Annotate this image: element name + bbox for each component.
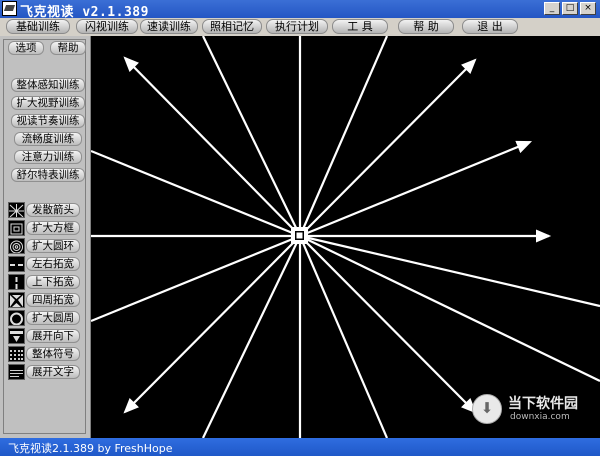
mode-label: 整体符号 — [26, 347, 80, 361]
horizontal-expand-icon — [8, 256, 25, 272]
arrow-line — [123, 235, 301, 414]
mode-holistic-symbols[interactable]: 整体符号 — [8, 346, 82, 362]
arrow-line — [90, 149, 301, 238]
training-fluency[interactable]: 流畅度训练 — [14, 132, 82, 146]
window-controls: _ □ × — [544, 2, 596, 15]
arrow-line — [123, 56, 301, 237]
mode-label: 发散箭头 — [26, 203, 80, 217]
mode-label: 展开文字 — [26, 365, 80, 379]
maximize-button[interactable]: □ — [562, 2, 578, 15]
menu-speed-reading[interactable]: 速读训练 — [140, 19, 198, 34]
menu-photo-memory[interactable]: 照相记忆 — [202, 19, 262, 34]
training-schulte-table[interactable]: 舒尔特表训练 — [11, 168, 85, 182]
text-unfold-icon — [8, 364, 25, 380]
mode-label: 扩大圆环 — [26, 239, 80, 253]
mode-expand-circle[interactable]: 扩大圆周 — [8, 310, 82, 326]
watermark-url: downxia.com — [510, 412, 570, 422]
menu-flash-training[interactable]: 闪视训练 — [76, 19, 138, 34]
menu-execute-plan[interactable]: 执行计划 — [266, 19, 328, 34]
sidebar: 选项 帮助 整体感知训练 扩大视野训练 视读节奏训练 流畅度训练 注意力训练 舒… — [0, 36, 91, 438]
status-text: 飞克视读2.1.389 by FreshHope — [8, 442, 173, 455]
expand-square-icon — [8, 220, 25, 236]
watermark: ⬇ 当下软件园 downxia.com — [472, 392, 584, 426]
minimize-button[interactable]: _ — [544, 2, 560, 15]
options-button[interactable]: 选项 — [8, 41, 44, 55]
watermark-name: 当下软件园 — [508, 396, 578, 412]
download-icon: ⬇ — [472, 394, 502, 424]
menu-basic-training[interactable]: 基础训练 — [6, 19, 70, 34]
concentric-rings-icon — [8, 238, 25, 254]
training-canvas[interactable]: ⬇ 当下软件园 downxia.com — [90, 35, 600, 439]
unfold-down-icon — [8, 328, 25, 344]
training-expand-vision[interactable]: 扩大视野训练 — [11, 96, 85, 110]
mode-label: 左右拓宽 — [26, 257, 80, 271]
vertical-expand-icon — [8, 274, 25, 290]
training-attention[interactable]: 注意力训练 — [14, 150, 82, 164]
mode-unfold-text[interactable]: 展开文字 — [8, 364, 82, 380]
mode-expand-box[interactable]: 扩大方框 — [8, 220, 82, 236]
close-button[interactable]: × — [580, 2, 596, 15]
circle-expand-icon — [8, 310, 25, 326]
mode-label: 展开向下 — [26, 329, 80, 343]
four-way-expand-icon — [8, 292, 25, 308]
help-button[interactable]: 帮助 — [50, 41, 86, 55]
arrow-line — [202, 35, 301, 237]
menu-tools[interactable]: 工 具 — [332, 19, 388, 34]
title-bar: 飞克视读 v2.1.389 _ □ × — [0, 0, 600, 20]
arrow-line — [299, 235, 600, 382]
menu-help[interactable]: 帮 助 — [398, 19, 454, 34]
symbol-grid-icon — [8, 346, 25, 362]
arrow-line — [90, 234, 301, 323]
burst-arrows-display — [90, 35, 600, 439]
training-reading-rhythm[interactable]: 视读节奏训练 — [11, 114, 85, 128]
burst-icon — [8, 202, 25, 218]
mode-expand-rings[interactable]: 扩大圆环 — [8, 238, 82, 254]
arrow-line — [299, 235, 477, 414]
mode-label: 四周拓宽 — [26, 293, 80, 307]
mode-label: 扩大圆周 — [26, 311, 80, 325]
mode-burst-arrows[interactable]: 发散箭头 — [8, 202, 82, 218]
mode-unfold-down[interactable]: 展开向下 — [8, 328, 82, 344]
arrow-line — [299, 234, 600, 308]
mode-four-way-expand[interactable]: 四周拓宽 — [8, 292, 82, 308]
menu-exit[interactable]: 退 出 — [462, 19, 518, 34]
menu-bar: 基础训练 闪视训练 速读训练 照相记忆 执行计划 工 具 帮 助 退 出 — [0, 18, 600, 36]
mode-vertical-expand[interactable]: 上下拓宽 — [8, 274, 82, 290]
arrow-line — [298, 235, 389, 439]
arrow-line — [202, 235, 301, 439]
status-bar: 飞克视读2.1.389 by FreshHope — [0, 438, 600, 456]
mode-label: 上下拓宽 — [26, 275, 80, 289]
mode-horizontal-expand[interactable]: 左右拓宽 — [8, 256, 82, 272]
mode-label: 扩大方框 — [26, 221, 80, 235]
training-holistic-perception[interactable]: 整体感知训练 — [11, 78, 85, 92]
app-logo-icon — [2, 1, 17, 16]
arrow-line — [299, 58, 477, 237]
